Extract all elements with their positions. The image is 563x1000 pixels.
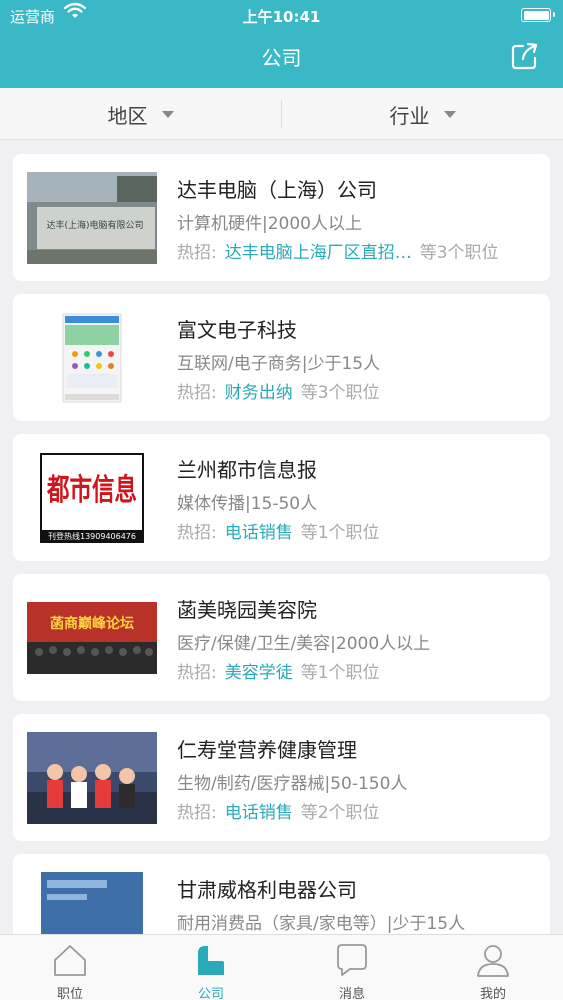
- hot-more: 等1个职位: [300, 663, 380, 683]
- hot-prefix: 热招:: [177, 523, 217, 543]
- nav-header: 运营商 上午10:41 公司: [0, 0, 563, 88]
- hot-more: 等2个职位: [300, 803, 380, 823]
- hot-prefix: 热招:: [177, 383, 217, 403]
- company-name: 菡美晓园美容院: [177, 598, 317, 622]
- status-bar: 运营商 上午10:41: [0, 0, 563, 30]
- user-icon: [477, 945, 509, 977]
- company-meta: 互联网/电子商务|少于15人: [177, 354, 381, 374]
- chat-icon: [337, 944, 367, 976]
- company-logo: 都市信息 刊登热线13909406476: [27, 452, 157, 544]
- share-icon[interactable]: [509, 40, 541, 72]
- tab-messages[interactable]: 消息: [282, 935, 422, 1000]
- caret-down-icon: [161, 110, 174, 118]
- hot-jobs: 热招: 电话销售 等2个职位: [177, 798, 543, 823]
- hot-job-link[interactable]: 电话销售: [225, 803, 293, 823]
- tab-jobs[interactable]: 职位: [0, 935, 140, 1000]
- company-meta: 耐用消费品（家具/家电等）|少于15人: [177, 914, 466, 934]
- hot-jobs: 热招: 电话销售 等1个职位: [177, 518, 543, 543]
- company-card[interactable]: 菡商巅峰论坛 菡美晓园美容院 医疗/保健/卫生/美容|2000人以上 热招: 美容…: [13, 574, 550, 701]
- filter-bar: 地区 行业: [0, 88, 563, 140]
- company-card[interactable]: 仁寿堂营养健康管理 生物/制药/医疗器械|50-150人 热招: 电话销售 等2个职…: [13, 714, 550, 841]
- industry-filter-label: 行业: [389, 103, 430, 128]
- company-card[interactable]: 达丰(上海)电脑有限公司 达丰电脑（上海）公司 计算机硬件|2000人以上 热招…: [13, 154, 550, 281]
- hot-more: 等3个职位: [419, 243, 499, 263]
- company-logo: [27, 732, 157, 824]
- company-logo-text: 菡商巅峰论坛: [50, 615, 134, 632]
- hot-job-link[interactable]: 电话销售: [225, 523, 293, 543]
- hot-jobs: 热招: 财务出纳 等3个职位: [177, 378, 543, 403]
- company-meta: 医疗/保健/卫生/美容|2000人以上: [177, 634, 431, 654]
- tab-profile[interactable]: 我的: [423, 935, 563, 1000]
- company-logo-text: 达丰(上海)电脑有限公司: [46, 219, 143, 231]
- company-logo-subtext: 刊登热线13909406476: [48, 531, 136, 541]
- company-meta: 媒体传播|15-50人: [177, 494, 318, 514]
- tab-label: 我的: [479, 987, 506, 1000]
- tab-label: 消息: [338, 987, 365, 1000]
- caret-down-icon: [443, 110, 456, 118]
- tab-label: 职位: [56, 987, 83, 1000]
- hot-jobs: 热招: 美容学徒 等1个职位: [177, 658, 543, 683]
- hot-job-link[interactable]: 财务出纳: [225, 383, 293, 403]
- hot-prefix: 热招:: [177, 243, 217, 263]
- company-logo: 菡商巅峰论坛: [27, 592, 157, 684]
- hot-prefix: 热招:: [177, 663, 217, 683]
- company-logo-text: 都市信息: [46, 473, 137, 508]
- hot-job-link[interactable]: 美容学徒: [225, 663, 293, 683]
- tab-companies[interactable]: 公司: [141, 935, 281, 1000]
- company-name: 富文电子科技: [177, 318, 297, 342]
- company-logo: 达丰(上海)电脑有限公司: [27, 172, 157, 264]
- company-name: 达丰电脑（上海）公司: [177, 178, 377, 202]
- tab-bar: 职位 公司 消息 我的: [0, 934, 563, 1000]
- company-icon: [198, 946, 224, 975]
- page-title: 公司: [261, 46, 302, 70]
- industry-filter[interactable]: 行业: [282, 88, 563, 140]
- status-time: 上午10:41: [242, 8, 321, 26]
- company-card[interactable]: 富文电子科技 互联网/电子商务|少于15人 热招: 财务出纳 等3个职位: [13, 294, 550, 421]
- company-logo: [27, 312, 157, 404]
- hot-more: 等1个职位: [300, 523, 380, 543]
- home-icon: [54, 945, 86, 976]
- hot-job-link[interactable]: 达丰电脑上海厂区直招…: [225, 238, 412, 263]
- company-meta: 生物/制药/医疗器械|50-150人: [177, 774, 408, 794]
- region-filter[interactable]: 地区: [0, 88, 281, 140]
- hot-prefix: 热招:: [177, 803, 217, 823]
- company-name: 甘肃威格利电器公司: [177, 878, 357, 902]
- company-card[interactable]: 都市信息 刊登热线13909406476 兰州都市信息报 媒体传播|15-50人…: [13, 434, 550, 561]
- hot-jobs: 热招: 达丰电脑上海厂区直招… 等3个职位: [177, 238, 543, 263]
- company-logo: [27, 872, 157, 934]
- hot-more: 等3个职位: [300, 383, 380, 403]
- company-meta: 计算机硬件|2000人以上: [177, 214, 362, 234]
- company-card[interactable]: 甘肃威格利电器公司 耐用消费品（家具/家电等）|少于15人: [13, 854, 550, 934]
- tab-label: 公司: [197, 987, 224, 1000]
- company-name: 兰州都市信息报: [177, 458, 317, 482]
- company-name: 仁寿堂营养健康管理: [177, 738, 357, 762]
- company-list: 达丰(上海)电脑有限公司 达丰电脑（上海）公司 计算机硬件|2000人以上 热招…: [0, 140, 563, 934]
- region-filter-label: 地区: [107, 103, 148, 128]
- battery-icon: [521, 8, 555, 22]
